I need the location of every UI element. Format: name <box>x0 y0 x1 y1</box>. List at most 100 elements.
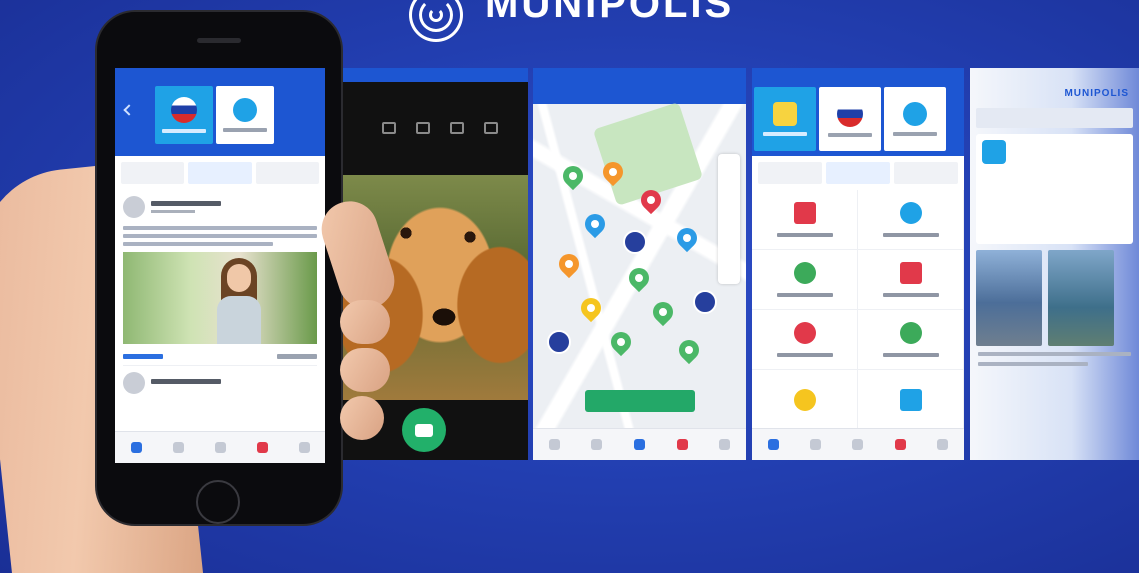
feature-grid <box>752 190 964 430</box>
image-icon[interactable] <box>382 122 396 134</box>
back-icon[interactable] <box>123 104 135 116</box>
calendar-icon[interactable] <box>591 439 603 450</box>
map-pin-icon[interactable] <box>558 161 588 191</box>
text-line <box>123 234 317 238</box>
news-post[interactable] <box>115 190 325 400</box>
map-pin-icon[interactable] <box>580 209 610 239</box>
speaker <box>197 38 241 43</box>
flag-icon <box>837 101 863 127</box>
map-pin-icon[interactable] <box>674 335 704 365</box>
tab[interactable] <box>188 162 252 184</box>
chat-icon[interactable] <box>894 439 906 450</box>
tile-info[interactable] <box>884 87 946 151</box>
image-icon[interactable] <box>450 122 464 134</box>
tab[interactable] <box>894 162 958 184</box>
home-icon[interactable] <box>548 439 560 450</box>
status-bar <box>115 68 325 82</box>
home-button[interactable] <box>196 480 240 524</box>
chat-icon[interactable] <box>256 442 268 453</box>
recycle-icon <box>899 322 922 344</box>
info-icon <box>903 102 927 126</box>
tree-icon <box>793 262 816 284</box>
app-name: MUNIPOLIS <box>1064 87 1129 99</box>
weather-icon <box>793 388 816 411</box>
map-screen <box>533 68 746 460</box>
image-icon[interactable] <box>484 122 498 134</box>
mic-icon[interactable] <box>719 439 731 450</box>
calendar-icon[interactable] <box>810 439 822 450</box>
share-button[interactable] <box>277 354 317 359</box>
report-button[interactable] <box>585 390 695 412</box>
map-pin-icon[interactable] <box>672 223 702 253</box>
news-photo-row <box>976 250 1133 346</box>
feature-tile[interactable] <box>752 190 858 250</box>
news-screen: MUNIPOLIS <box>970 68 1139 460</box>
tab-switcher[interactable] <box>121 162 319 184</box>
news-photo[interactable] <box>976 250 1042 346</box>
feature-tile[interactable] <box>752 370 858 430</box>
feature-tile[interactable] <box>858 190 964 250</box>
status-bar <box>752 68 964 82</box>
photo-thumbnail-strip[interactable] <box>340 104 528 152</box>
tile-flag[interactable] <box>819 87 881 151</box>
feature-tile[interactable] <box>752 310 858 370</box>
news-tabs[interactable] <box>976 108 1133 128</box>
person-icon[interactable] <box>852 439 864 450</box>
like-button[interactable] <box>123 354 163 359</box>
image-icon[interactable] <box>416 122 430 134</box>
map-cluster-marker[interactable] <box>547 330 571 354</box>
text-line <box>978 362 1088 366</box>
finger <box>340 396 384 440</box>
tab[interactable] <box>758 162 822 184</box>
text-line <box>123 226 317 230</box>
tab[interactable] <box>121 162 185 184</box>
finger <box>340 300 390 344</box>
news-icon <box>793 202 816 224</box>
mic-icon[interactable] <box>937 439 949 450</box>
map-cluster-marker[interactable] <box>693 290 717 314</box>
status-bar <box>533 68 746 82</box>
phone-app-header <box>115 68 325 156</box>
tile-info[interactable] <box>216 86 274 144</box>
text-line <box>123 242 273 246</box>
news-photo[interactable] <box>1048 250 1114 346</box>
chat-icon[interactable] <box>676 439 688 450</box>
feature-tile[interactable] <box>752 250 858 310</box>
shutter-button[interactable] <box>402 408 446 452</box>
person-icon[interactable] <box>214 442 226 453</box>
tab[interactable] <box>255 162 319 184</box>
tab-switcher[interactable] <box>758 162 958 184</box>
map-toolbar[interactable] <box>718 154 740 284</box>
grid-header <box>752 68 964 156</box>
tile-municipality[interactable] <box>754 87 816 151</box>
map-pin-icon[interactable] <box>554 249 584 279</box>
info-icon <box>982 140 1006 164</box>
person-icon[interactable] <box>633 439 645 450</box>
home-icon[interactable] <box>767 439 779 450</box>
map-cluster-marker[interactable] <box>623 230 647 254</box>
woman-with-phone-photo <box>213 258 265 344</box>
map-pin-icon <box>793 322 816 344</box>
mic-icon[interactable] <box>298 442 310 453</box>
feature-tile[interactable] <box>858 370 964 430</box>
info-icon <box>899 202 922 224</box>
map-pin-icon[interactable] <box>648 297 678 327</box>
map-pin-icon[interactable] <box>624 263 654 293</box>
post-photo[interactable] <box>123 252 317 344</box>
map-pin-icon[interactable] <box>576 293 606 323</box>
post-header <box>123 196 317 218</box>
map-view[interactable] <box>533 102 746 428</box>
avatar <box>123 196 145 218</box>
home-icon[interactable] <box>130 442 142 453</box>
calendar-icon[interactable] <box>172 442 184 453</box>
feature-tile[interactable] <box>858 310 964 370</box>
flag-icon <box>171 97 197 123</box>
brand-name: MUNIPOLIS <box>485 0 735 26</box>
news-card[interactable] <box>976 134 1133 244</box>
chat-icon <box>899 262 922 284</box>
map-top-bar <box>533 82 746 104</box>
map-pin-icon[interactable] <box>606 327 636 357</box>
tile-flag[interactable] <box>155 86 213 144</box>
tab[interactable] <box>826 162 890 184</box>
feature-tile[interactable] <box>858 250 964 310</box>
